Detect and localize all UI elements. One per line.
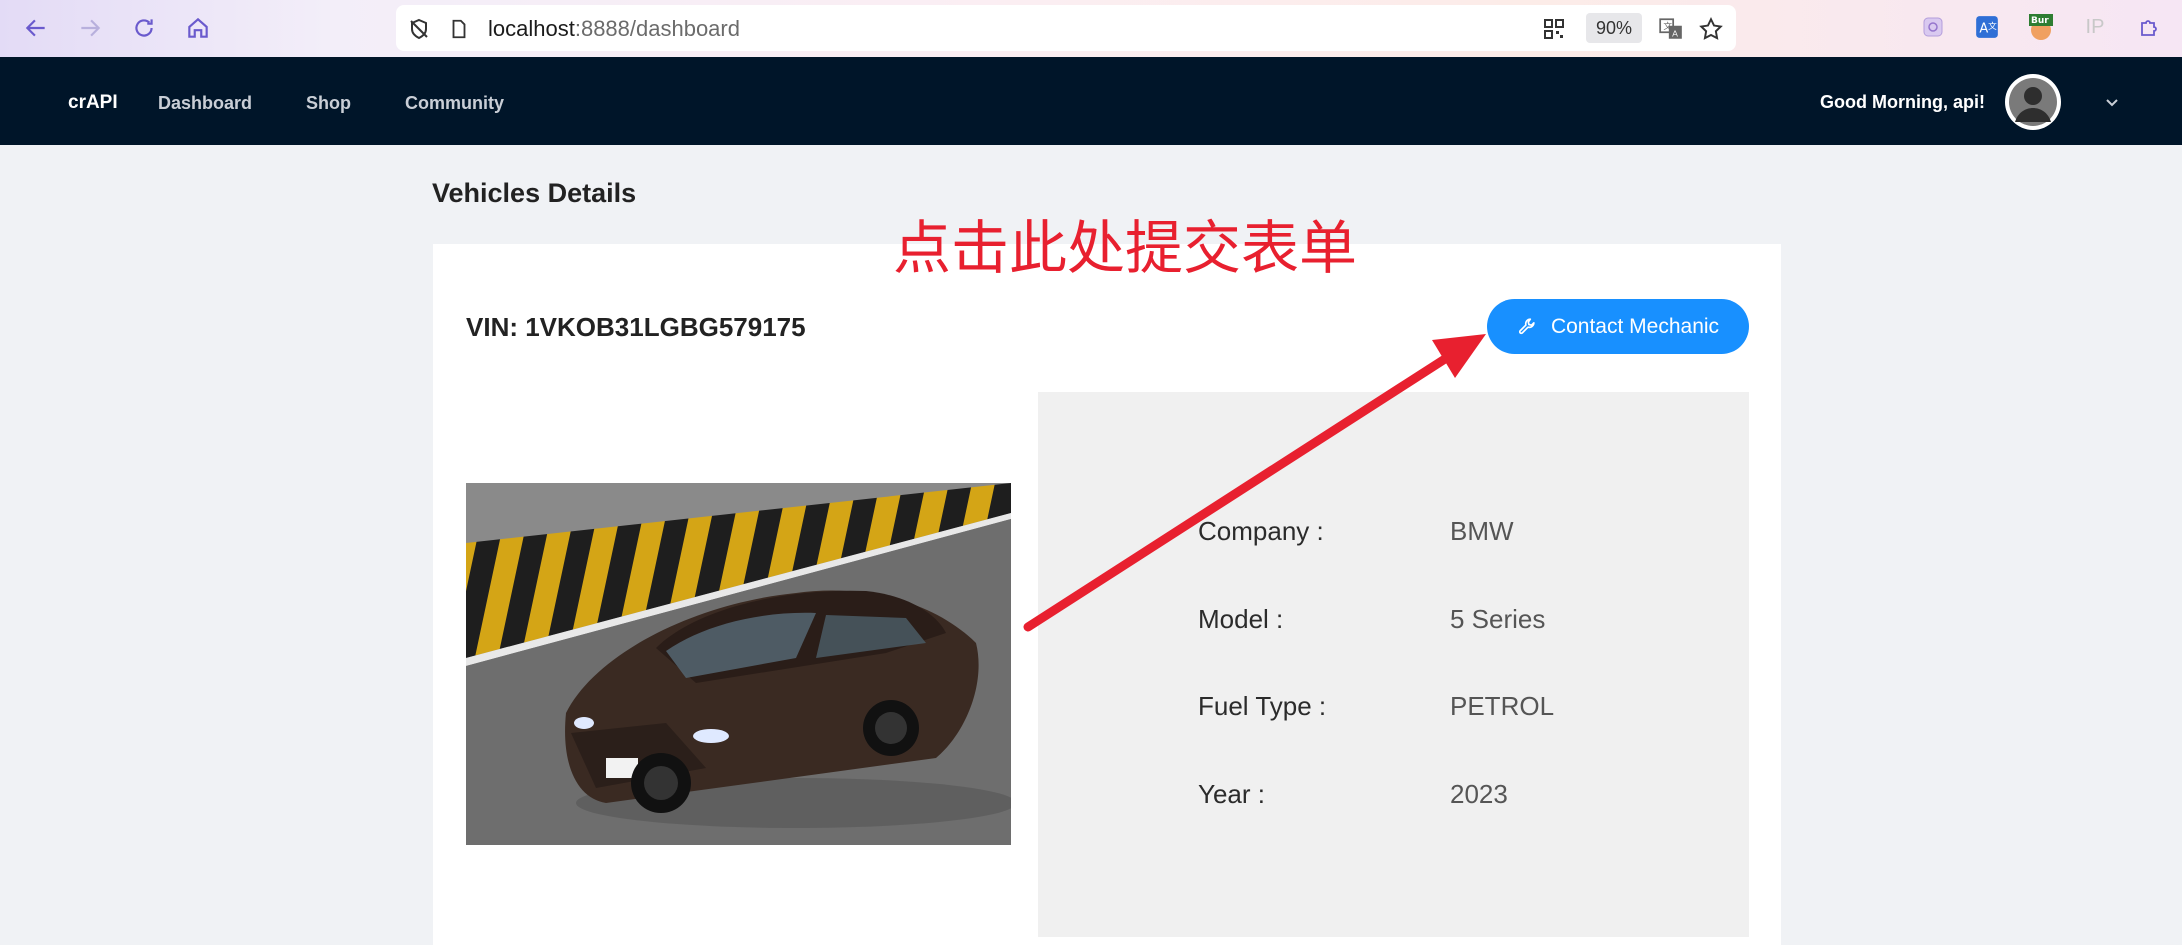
back-icon[interactable] [18, 10, 54, 46]
page-info-icon[interactable] [446, 16, 472, 42]
user-greeting: Good Morning, api! [1820, 92, 1985, 112]
detail-value-year: 2023 [1450, 779, 1508, 809]
vehicle-image [466, 483, 1011, 845]
extension-icon[interactable] [1918, 12, 1948, 42]
address-bar[interactable]: localhost:8888/dashboard 90% 文A [396, 5, 1736, 51]
browser-toolbar: localhost:8888/dashboard 90% 文A A文 Bur I… [0, 0, 2182, 57]
nav-dashboard[interactable]: Dashboard [158, 93, 252, 114]
detail-value-model: 5 Series [1450, 604, 1546, 634]
vehicle-details-panel: Company : BMW Model : 5 Series Fuel Type… [1038, 392, 1749, 937]
svg-text:A: A [1979, 21, 1988, 36]
burp-extension-icon[interactable]: Bur [2026, 12, 2056, 42]
extensions-puzzle-icon[interactable] [2135, 12, 2165, 42]
detail-label-model: Model : [1198, 604, 1284, 634]
annotation-text: 点击此处提交表单 [893, 214, 1358, 282]
detail-label-fuel-type: Fuel Type : [1198, 691, 1327, 721]
avatar[interactable] [2005, 74, 2061, 130]
contact-mechanic-label: Contact Mechanic [1550, 314, 1720, 338]
url-text: localhost:8888/dashboard [488, 16, 740, 41]
ip-label: IP [2085, 15, 2105, 38]
reload-icon[interactable] [126, 10, 162, 46]
nav-community[interactable]: Community [405, 93, 504, 114]
chevron-down-icon[interactable] [2100, 90, 2124, 114]
svg-text:文: 文 [1663, 20, 1672, 31]
forward-icon[interactable] [72, 10, 108, 46]
page-title: Vehicles Details [432, 178, 637, 208]
translate-icon[interactable]: A文 [1972, 12, 2002, 42]
nav-shop[interactable]: Shop [306, 93, 351, 114]
detail-value-fuel-type: PETROL [1450, 691, 1555, 721]
brand-logo[interactable]: crAPI [68, 92, 118, 114]
ip-extension-icon[interactable]: IP [2080, 12, 2110, 42]
svg-text:文: 文 [1988, 20, 1997, 31]
detail-value-company: BMW [1450, 516, 1514, 546]
wrench-icon [1518, 317, 1535, 334]
vin-label: VIN: 1VKOB31LGBG579175 [466, 312, 806, 342]
detail-label-company: Company : [1198, 516, 1324, 546]
zoom-level[interactable]: 90% [1586, 13, 1642, 43]
qr-code-icon[interactable] [1541, 16, 1567, 42]
tracking-shield-icon[interactable] [406, 16, 432, 42]
burp-label: Bur [2031, 16, 2049, 26]
detail-label-year: Year : [1198, 779, 1265, 809]
contact-mechanic-button[interactable]: Contact Mechanic [1487, 299, 1749, 354]
home-icon[interactable] [180, 10, 216, 46]
translate-page-icon[interactable]: 文A [1658, 16, 1684, 42]
app-navbar: crAPI Dashboard Shop Community Good Morn… [0, 57, 2182, 145]
bookmark-star-icon[interactable] [1698, 16, 1724, 42]
svg-text:A: A [1672, 29, 1678, 39]
